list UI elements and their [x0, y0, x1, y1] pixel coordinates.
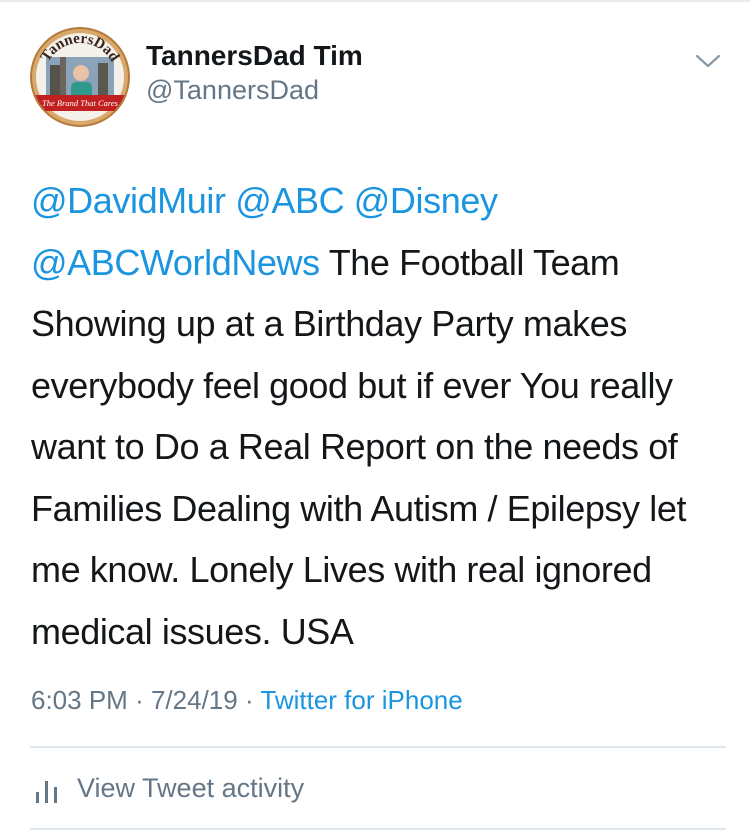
view-tweet-activity-label: View Tweet activity: [77, 773, 305, 803]
meta-separator: ·: [244, 685, 254, 715]
tweet-date[interactable]: 7/24/19: [151, 685, 238, 715]
tweet-meta: 6:03 PM · 7/24/19 · Twitter for iPhone: [31, 685, 463, 716]
mention-link[interactable]: @Disney: [354, 180, 498, 221]
avatar-image: The Brand That Cares TannersDad: [30, 27, 130, 127]
mention-link[interactable]: @DavidMuir: [31, 180, 226, 221]
tweet-time[interactable]: 6:03 PM: [31, 685, 128, 715]
avatar[interactable]: The Brand That Cares TannersDad: [30, 27, 130, 127]
author-name[interactable]: TannersDad Tim: [146, 40, 363, 72]
tweet-card: The Brand That Cares TannersDad TannersD…: [0, 0, 750, 838]
meta-separator: ·: [135, 685, 144, 715]
bar-chart-icon: [36, 779, 58, 803]
tweet-source-link[interactable]: Twitter for iPhone: [260, 685, 462, 715]
divider: [30, 828, 726, 830]
mention-link[interactable]: @ABCWorldNews: [31, 242, 320, 283]
author-handle[interactable]: @TannersDad: [146, 75, 319, 106]
tweet-body: The Football Team Showing up at a Birthd…: [31, 241, 687, 652]
tweet-text: @DavidMuir @ABC @Disney @ABCWorldNews Th…: [31, 170, 731, 662]
chevron-down-icon[interactable]: [693, 51, 723, 71]
avatar-banner-text: The Brand That Cares: [42, 98, 119, 108]
mention-link[interactable]: @ABC: [235, 180, 344, 221]
divider: [30, 746, 726, 748]
